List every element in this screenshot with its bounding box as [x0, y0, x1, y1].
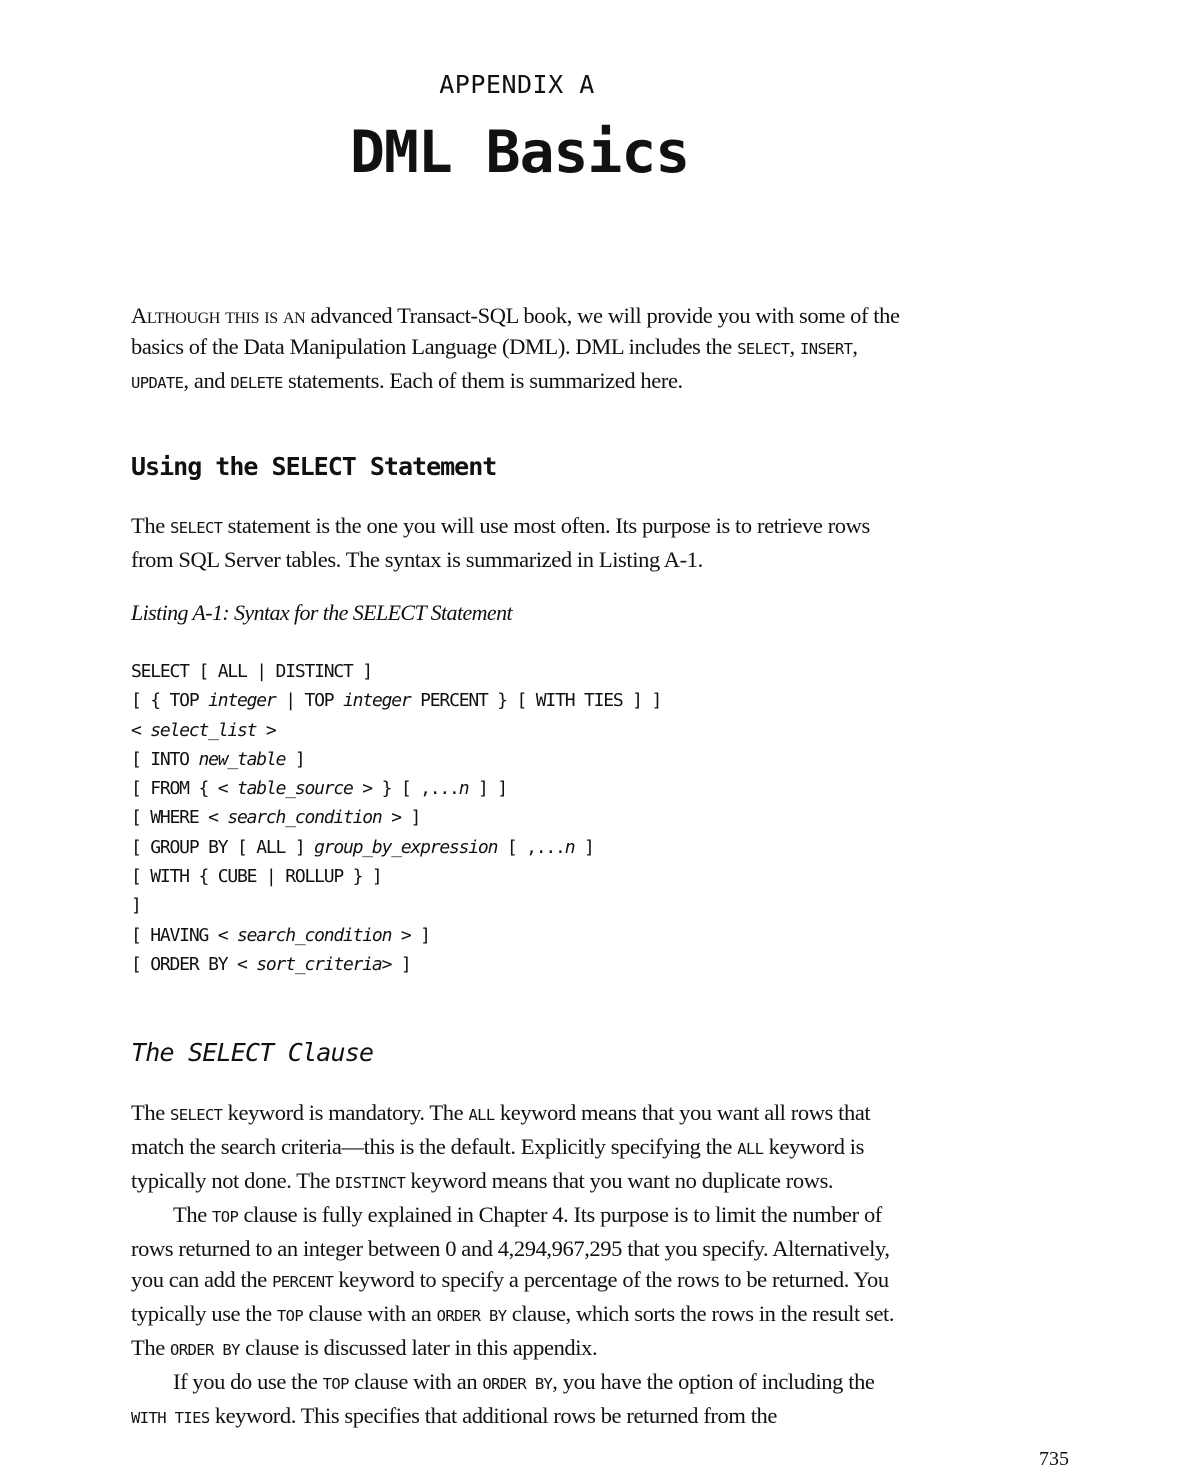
appendix-label: APPENDIX A [439, 70, 595, 99]
intro-paragraph: Although this is an advanced Transact-SQ… [131, 300, 911, 399]
code-placeholder: integer [208, 690, 277, 712]
inline-code: ORDER BY [482, 1375, 553, 1393]
code-line: < select_list > [131, 716, 661, 745]
text-run: If you do use the [173, 1369, 323, 1394]
code-keyword: [ FROM { < [131, 778, 238, 800]
code-line: ] [131, 891, 661, 920]
text-run: clause is discussed later in this append… [239, 1335, 598, 1360]
inline-code: TOP [276, 1307, 304, 1325]
code-keyword: ] [574, 836, 595, 858]
code-placeholder: search_condition [227, 807, 382, 829]
inline-code: TOP [212, 1208, 239, 1226]
text-run: , [789, 334, 800, 359]
inline-code: PERCENT [272, 1273, 334, 1291]
inline-code: ALL [468, 1106, 495, 1124]
inline-code: DISTINCT [335, 1174, 406, 1192]
section-heading-select: Using the SELECT Statement [131, 452, 497, 481]
text-run: , you have the option of including the [552, 1369, 875, 1394]
code-placeholder: search_condition [237, 924, 392, 946]
page-number: 735 [1039, 1448, 1069, 1470]
code-line: [ { TOP integer | TOP integer PERCENT } … [131, 686, 662, 715]
text-run: keyword. This specifies that additional … [209, 1403, 778, 1428]
inline-code: INSERT [799, 340, 853, 358]
text-run: statement is the one you will use most o… [131, 513, 870, 572]
code-line: [ HAVING < search_condition > ] [131, 921, 661, 950]
code-listing: SELECT [ ALL | DISTINCT ] [ { TOP integer… [131, 657, 662, 979]
inline-code: TOP [322, 1375, 350, 1393]
code-keyword: > ] [381, 807, 421, 829]
code-placeholder: select_list [150, 719, 257, 741]
code-line: [ WITH { CUBE | ROLLUP } ] [131, 862, 661, 891]
code-keyword: [ GROUP BY [ ALL ] [131, 836, 315, 858]
code-line: [ INTO new_table ] [131, 745, 661, 774]
code-keyword: [ INTO [131, 748, 199, 770]
code-placeholder: group_by_expression [314, 836, 498, 858]
inline-code: SELECT [170, 1106, 223, 1124]
text-run: The [131, 513, 171, 538]
code-keyword: SELECT [ ALL | DISTINCT ] [131, 661, 373, 682]
text-run: , [852, 334, 858, 359]
code-line: [ ORDER BY < sort_criteria> ] [131, 950, 661, 979]
code-keyword: [ HAVING < [131, 924, 238, 946]
code-keyword: [ { TOP [131, 690, 209, 712]
inline-code: SELECT [170, 519, 223, 537]
code-placeholder: table_source [237, 778, 354, 800]
code-line: [ WHERE < search_condition > ] [131, 803, 661, 832]
text-run: keyword is mandatory. The [222, 1100, 469, 1125]
code-keyword: < [131, 719, 151, 741]
code-placeholder: integer [343, 690, 412, 712]
clause-paragraph: The SELECT keyword is mandatory. The ALL… [131, 1097, 911, 1199]
code-line: [ GROUP BY [ ALL ] group_by_expression [… [131, 833, 661, 862]
inline-code: WITH TIES [131, 1409, 210, 1427]
text-run: clause with an [303, 1301, 437, 1326]
code-keyword: [ ORDER BY < [131, 953, 257, 975]
code-placeholder: sort_criteria [256, 953, 382, 975]
text-run: keyword means that you want no duplicate… [405, 1168, 834, 1193]
code-keyword: > ] [391, 924, 431, 946]
clause-paragraph: If you do use the TOP clause with an ORD… [131, 1366, 911, 1434]
clause-paragraphs: The SELECT keyword is mandatory. The ALL… [131, 1097, 911, 1434]
code-line: SELECT [ ALL | DISTINCT ] [131, 657, 661, 686]
code-keyword: ] [285, 748, 306, 770]
text-run: The [131, 1100, 171, 1125]
inline-code: ORDER BY [170, 1341, 240, 1359]
book-page: APPENDIX A DML Basics Although this is a… [0, 0, 1200, 1477]
inline-code: SELECT [737, 340, 790, 358]
select-paragraph: The SELECT statement is the one you will… [131, 510, 911, 575]
text-run: clause with an [348, 1369, 483, 1394]
code-keyword: [ WITH { CUBE | ROLLUP } ] [131, 866, 383, 888]
listing-caption: Listing A-1: Syntax for the SELECT State… [131, 600, 513, 625]
code-keyword: [ ,... [497, 836, 566, 858]
code-keyword: [ WHERE < [131, 807, 228, 829]
code-keyword: > ] [381, 953, 412, 975]
inline-code: ALL [737, 1140, 764, 1158]
code-keyword: | TOP [275, 690, 344, 712]
code-placeholder: new_table [198, 748, 286, 770]
inline-code: DELETE [230, 374, 283, 392]
intro-lead-smallcaps: Although this is an [131, 303, 306, 328]
code-keyword: PERCENT } [ WITH TIES ] ] [410, 690, 662, 712]
chapter-title: DML Basics [350, 118, 690, 186]
text-run: statements. Each of them is summarized h… [282, 368, 683, 393]
code-line: [ FROM { < table_source > } [ ,...n ] ] [131, 774, 661, 803]
inline-code: ORDER BY [436, 1307, 507, 1325]
code-keyword: ] ] [468, 778, 508, 800]
clause-paragraph: The TOP clause is fully explained in Cha… [131, 1199, 911, 1366]
code-placeholder: n [458, 778, 470, 800]
code-keyword: > [256, 719, 277, 741]
code-keyword: > } [ ,... [352, 778, 460, 800]
section-heading-clause: The SELECT Clause [131, 1038, 374, 1067]
inline-code: UPDATE [131, 374, 184, 392]
text-run: , and [183, 368, 231, 393]
code-placeholder: n [564, 836, 576, 858]
code-keyword: ] [131, 895, 142, 917]
text-run: The [173, 1202, 213, 1227]
